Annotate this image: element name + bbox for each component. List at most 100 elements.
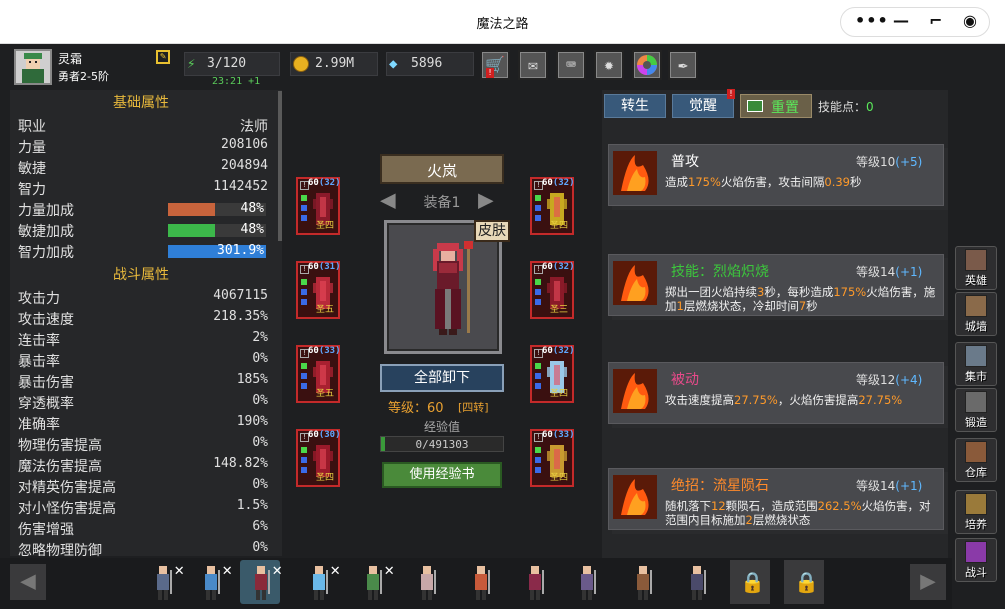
- skill-desc-segment: 1: [676, 299, 684, 313]
- record-icon[interactable]: ◉: [963, 11, 977, 30]
- side-menu-wall[interactable]: 城墙: [955, 292, 997, 336]
- hero-sprite: [414, 564, 440, 606]
- shop-cart-icon[interactable]: 🛒!: [480, 50, 510, 80]
- locked-hero-slot[interactable]: 🔒: [784, 560, 824, 604]
- gold-box: 2.99M: [290, 52, 378, 76]
- skill-desc-segment: 造成: [665, 175, 688, 189]
- hero-slot[interactable]: [460, 560, 500, 604]
- next-equip-set-button[interactable]: ▶: [478, 186, 502, 214]
- remove-from-team-icon[interactable]: ✕: [330, 560, 340, 579]
- skill-level-value: 等级10: [856, 155, 896, 169]
- skill-desc-segment: 12: [711, 499, 726, 513]
- reset-label: 重置: [771, 100, 799, 116]
- stamina-value: 3/120: [207, 56, 247, 71]
- reset-skills-button[interactable]: 重置: [740, 94, 812, 118]
- gem-icon: [301, 299, 307, 305]
- hero-slot[interactable]: ✕: [298, 560, 340, 604]
- roster-prev-button[interactable]: ◀: [10, 564, 46, 600]
- equip-enhance: (33): [552, 430, 575, 440]
- skill-card[interactable]: 绝招：流星陨石 等级14(+1) 随机落下12颗陨石，造成范围262.5%火焰伤害，…: [608, 468, 944, 530]
- gem-icon: [535, 467, 541, 473]
- equipment-slot-hood[interactable]: ! 60(32) 圣四: [296, 177, 341, 235]
- hero-name-banner: 火岚: [380, 154, 504, 184]
- hero-slot[interactable]: [406, 560, 446, 604]
- side-menu-warehouse[interactable]: 仓库: [955, 438, 997, 482]
- gamepad-icon[interactable]: ⌨: [556, 50, 586, 80]
- stat-label: 力量加成: [18, 203, 74, 219]
- hero-slot[interactable]: [514, 560, 554, 604]
- hero-slot[interactable]: ✕: [190, 560, 232, 606]
- stat-label: 对精英伤害提高: [18, 480, 116, 496]
- equipment-slot-armor[interactable]: ! 60(31) 圣五: [296, 261, 341, 319]
- skin-button[interactable]: 皮肤: [474, 220, 510, 242]
- stat-label: 暴击伤害: [18, 375, 74, 391]
- stat-value: 190%: [236, 414, 268, 429]
- feather-icon[interactable]: ✒: [668, 50, 698, 80]
- hero-slot[interactable]: ✕: [240, 560, 282, 604]
- equip-enhance: (33): [318, 346, 341, 356]
- stat-label: 攻击力: [18, 291, 60, 307]
- equipment-slot-pants[interactable]: ! 60(33) 圣五: [296, 345, 341, 403]
- edit-icon[interactable]: ✎: [156, 50, 170, 64]
- restore-icon[interactable]: ⌐: [929, 11, 942, 30]
- skill-card[interactable]: 被动 等级12(+4) 攻击速度提高27.75%，火焰伤害提高27.75%: [608, 362, 944, 424]
- skill-level-bonus: (+5): [895, 155, 923, 169]
- equipment-slot-blade[interactable]: ! 60(32) 圣四: [530, 345, 575, 403]
- hero-slot[interactable]: [676, 560, 716, 604]
- stat-value: 法师: [240, 119, 268, 135]
- battle-stat-row: 攻击速度 218.35%: [18, 309, 268, 330]
- remove-from-team-icon[interactable]: ✕: [222, 560, 232, 579]
- exp-value: 0/491303: [415, 438, 469, 451]
- mail-icon[interactable]: ✉: [518, 50, 548, 80]
- player-avatar[interactable]: [14, 49, 52, 85]
- hero-sprite: [198, 564, 224, 606]
- equipment-slot-staff[interactable]: ! 60(33) 圣四: [530, 429, 575, 487]
- more-icon[interactable]: •••: [855, 11, 889, 30]
- equip-level-value: 60: [308, 178, 319, 188]
- trophy-icon: [965, 493, 987, 515]
- stat-label: 物理伤害提高: [18, 438, 102, 454]
- equip-level-value: 60: [308, 262, 319, 272]
- equipment-slot-amulet[interactable]: ! 60(32) 圣四: [530, 177, 575, 235]
- skill-points-value: 0: [866, 100, 874, 114]
- hero-slot[interactable]: [622, 560, 662, 604]
- gem-icon: [301, 195, 307, 201]
- hero-slot[interactable]: [566, 560, 606, 604]
- equip-level-value: 60: [542, 178, 553, 188]
- rebirth-tab[interactable]: 转生: [604, 94, 666, 118]
- minimize-icon[interactable]: —: [893, 11, 909, 30]
- roster-next-button[interactable]: ▶: [910, 564, 946, 600]
- basic-stat-row: 智力 1142452: [18, 179, 268, 200]
- market-icon: [965, 345, 987, 367]
- side-menu-trophy[interactable]: 培养: [955, 490, 997, 534]
- locked-hero-slot[interactable]: 🔒: [730, 560, 770, 604]
- prev-equip-set-button[interactable]: ◀: [380, 186, 404, 214]
- color-wheel-icon[interactable]: [632, 50, 662, 80]
- equipment-slot-gloves[interactable]: ! 60(32) 圣三: [530, 261, 575, 319]
- stats-scrollbar[interactable]: [278, 91, 282, 241]
- use-exp-book-button[interactable]: 使用经验书: [382, 462, 502, 488]
- side-menu-battle[interactable]: 战斗: [955, 538, 997, 582]
- hero-name: 火岚: [426, 162, 457, 180]
- stat-label: 敏捷加成: [18, 224, 74, 240]
- side-menu-market[interactable]: 集市: [955, 342, 997, 386]
- equip-level: 60(33): [542, 430, 575, 440]
- gem-icon: [535, 363, 541, 369]
- equipment-slot-boots[interactable]: ! 60(30) 圣四: [296, 429, 341, 487]
- remove-from-team-icon[interactable]: ✕: [384, 560, 394, 579]
- hero-slot[interactable]: ✕: [142, 560, 184, 604]
- remove-from-team-icon[interactable]: ✕: [174, 560, 184, 579]
- settings-gear-icon[interactable]: ✹: [594, 50, 624, 80]
- equip-level: 60(32): [542, 262, 575, 272]
- skill-card[interactable]: 技能：烈焰炽烧 等级14(+1) 掷出一团火焰持续3秒，每秒造成175%火焰伤害，施…: [608, 254, 944, 316]
- side-menu-hero[interactable]: 英雄: [955, 246, 997, 290]
- battle-stat-row: 伤害增强 6%: [18, 519, 268, 540]
- skill-card[interactable]: 普攻 等级10(+5) 造成175%火焰伤害，攻击间隔0.39秒: [608, 144, 944, 206]
- awaken-tab[interactable]: 觉醒 !: [672, 89, 735, 118]
- hero-slot[interactable]: ✕: [352, 560, 394, 604]
- remove-from-team-icon[interactable]: ✕: [272, 560, 282, 579]
- unequip-all-button[interactable]: 全部卸下: [380, 364, 504, 392]
- gem-icon: [535, 195, 541, 201]
- side-menu-anvil[interactable]: 锻造: [955, 388, 997, 432]
- stat-value: 4067115: [213, 288, 268, 303]
